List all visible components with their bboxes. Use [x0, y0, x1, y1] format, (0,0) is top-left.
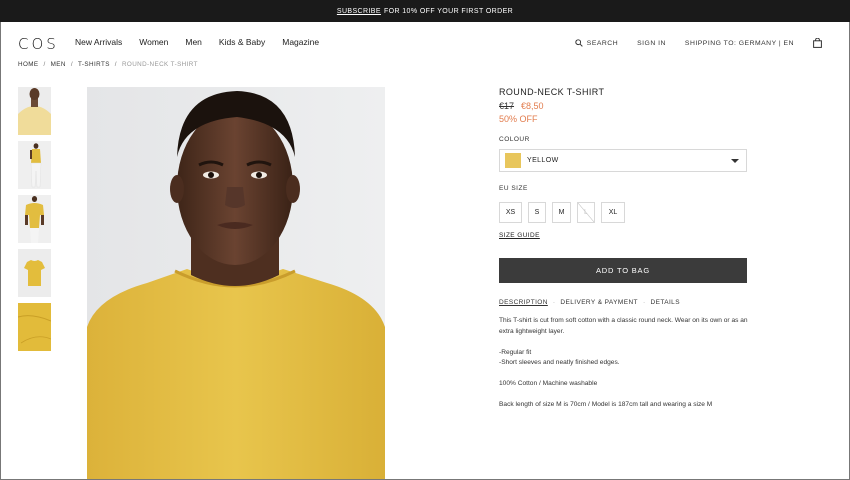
size-guide-link[interactable]: SIZE GUIDE	[499, 232, 540, 239]
thumbnail-2[interactable]	[18, 141, 51, 189]
thumbnail-4[interactable]	[18, 249, 51, 297]
tab-delivery-payment[interactable]: DELIVERY & PAYMENT	[560, 299, 638, 306]
nav-men[interactable]: Men	[185, 37, 202, 47]
description-measurements: Back length of size M is 70cm / Model is…	[499, 401, 713, 408]
main-nav: New Arrivals Women Men Kids & Baby Magaz…	[75, 37, 336, 47]
size-option-l-unavailable[interactable]: L	[577, 202, 595, 223]
tab-description[interactable]: DESCRIPTION	[499, 299, 548, 306]
size-options: XS S M L XL	[499, 202, 631, 223]
nav-kids-baby[interactable]: Kids & Baby	[219, 37, 265, 47]
nav-new-arrivals[interactable]: New Arrivals	[75, 37, 122, 47]
product-info: ROUND-NECK T-SHIRT €17 €8,50 50% OFF COL…	[499, 87, 748, 408]
colour-swatch	[505, 153, 521, 168]
nav-women[interactable]: Women	[139, 37, 168, 47]
tab-separator: ·	[642, 299, 646, 306]
breadcrumb-separator: /	[114, 61, 117, 68]
thumbnail-gallery	[18, 87, 52, 357]
utility-nav: SEARCH SIGN IN SHIPPING TO: GERMANY | EN	[556, 38, 822, 48]
size-option-s[interactable]: S	[528, 202, 546, 223]
site-header: COS New Arrivals Women Men Kids & Baby M…	[0, 22, 850, 62]
promo-bar: SUBSCRIBE FOR 10% OFF YOUR FIRST ORDER	[0, 0, 850, 22]
price-row: €17 €8,50	[499, 101, 747, 111]
shipping-selector[interactable]: SHIPPING TO: GERMANY | EN	[685, 40, 794, 47]
original-price: €17	[499, 101, 515, 111]
size-option-m[interactable]: M	[552, 202, 571, 223]
bag-button[interactable]	[813, 38, 822, 48]
search-icon	[575, 39, 583, 47]
breadcrumb-separator: /	[43, 61, 46, 68]
breadcrumb-separator: /	[70, 61, 74, 68]
product-description: This T-shirt is cut from soft cotton wit…	[499, 316, 749, 421]
add-to-bag-button[interactable]: ADD TO BAG	[499, 258, 747, 283]
breadcrumb-home[interactable]: HOME	[18, 61, 39, 68]
sale-price: €8,50	[521, 101, 544, 111]
promo-text: FOR 10% OFF YOUR FIRST ORDER	[383, 7, 514, 15]
product-title: ROUND-NECK T-SHIRT	[499, 87, 605, 97]
nav-magazine[interactable]: Magazine	[282, 37, 319, 47]
description-sleeves: -Short sleeves and neatly finished edges…	[499, 359, 620, 366]
colour-select[interactable]: YELLOW	[499, 149, 747, 172]
thumbnail-1[interactable]	[18, 87, 51, 135]
thumbnail-3[interactable]	[18, 195, 51, 243]
tab-details[interactable]: DETAILS	[651, 299, 680, 306]
breadcrumb-men[interactable]: MEN	[51, 61, 66, 68]
colour-value: YELLOW	[527, 157, 559, 164]
chevron-down-icon	[731, 159, 739, 163]
size-label: EU SIZE	[499, 185, 528, 192]
subscribe-link[interactable]: SUBSCRIBE	[337, 8, 381, 15]
size-option-xs[interactable]: XS	[499, 202, 522, 223]
breadcrumb: HOME / MEN / T-SHIRTS / ROUND-NECK T-SHI…	[18, 61, 198, 68]
search-button[interactable]: SEARCH	[575, 39, 618, 47]
size-option-xl[interactable]: XL	[601, 202, 625, 223]
shopping-bag-icon	[813, 38, 822, 48]
colour-label: COLOUR	[499, 136, 530, 143]
search-label: SEARCH	[586, 39, 619, 47]
sign-in-link[interactable]: SIGN IN	[637, 40, 666, 47]
product-main-image[interactable]	[87, 87, 385, 480]
product-tabs: DESCRIPTION · DELIVERY & PAYMENT · DETAI…	[499, 299, 680, 306]
window-border-left	[0, 22, 1, 480]
breadcrumb-current: ROUND-NECK T-SHIRT	[121, 61, 198, 68]
description-material: 100% Cotton / Machine washable	[499, 380, 598, 387]
description-fit: -Regular fit	[499, 348, 532, 356]
breadcrumb-tshirts[interactable]: T-SHIRTS	[78, 61, 110, 68]
discount-label: 50% OFF	[499, 114, 538, 124]
description-paragraph: This T-shirt is cut from soft cotton wit…	[499, 317, 748, 335]
thumbnail-5[interactable]	[18, 303, 51, 351]
cos-logo[interactable]: COS	[18, 35, 59, 53]
tab-separator: ·	[552, 299, 556, 306]
